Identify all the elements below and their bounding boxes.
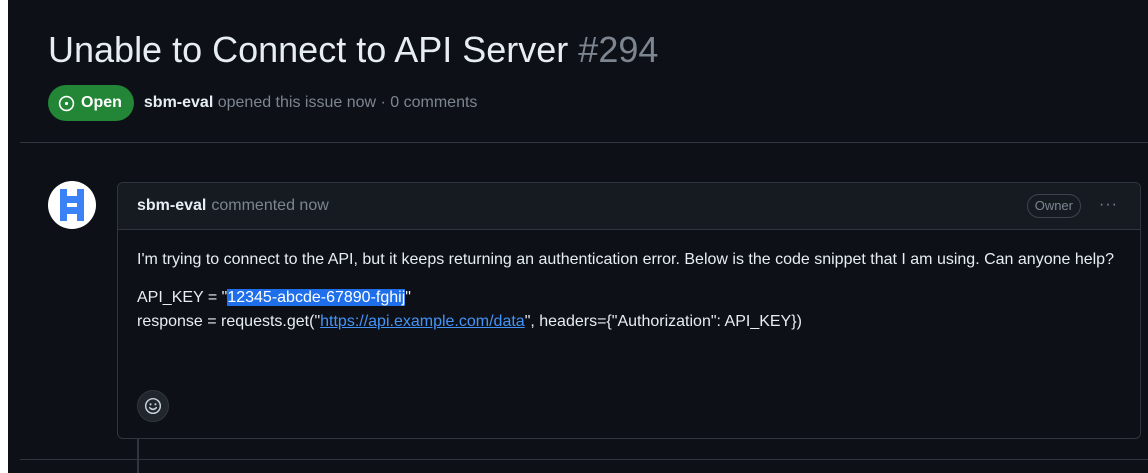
smiley-icon: [144, 397, 162, 415]
comment-body: I'm trying to connect to the API, but it…: [118, 230, 1140, 334]
issue-state-label: Open: [81, 94, 122, 111]
comment-timestamp[interactable]: commented now: [211, 197, 328, 215]
owner-badge: Owner: [1026, 194, 1081, 218]
issue-meta: sbm-eval opened this issue now · 0 comme…: [144, 94, 478, 112]
timeline-connector: [137, 438, 139, 473]
issue-author-link[interactable]: sbm-eval: [144, 94, 213, 111]
issue-meta-row: Open sbm-eval opened this issue now · 0 …: [48, 85, 477, 121]
code-line2-suffix: ", headers={"Authorization": API_KEY}): [524, 313, 802, 330]
comment-author-link[interactable]: sbm-eval: [137, 197, 206, 215]
timeline-divider: [20, 459, 1148, 460]
add-reaction-button[interactable]: [137, 390, 169, 422]
identicon-mark: [60, 189, 84, 221]
header-divider: [20, 142, 1148, 143]
issue-meta-suffix: opened this issue now · 0 comments: [217, 94, 478, 111]
window-edge: [0, 0, 8, 473]
code-line-api-key: API_KEY = "12345-abcde-67890-fghij": [137, 286, 1121, 310]
code-line1-suffix: ": [405, 289, 411, 306]
issue-title: Unable to Connect to API Server: [48, 29, 569, 70]
comment-card: sbm-eval commented now Owner ··· I'm try…: [117, 182, 1141, 439]
comment-header: sbm-eval commented now Owner ···: [118, 183, 1140, 230]
selected-api-key: 12345-abcde-67890-fghij: [227, 289, 406, 306]
comment-options-button[interactable]: ···: [1099, 195, 1118, 215]
code-line1-prefix: API_KEY = ": [137, 289, 228, 306]
identicon-avatar[interactable]: [48, 181, 96, 229]
code-line-request: response = requests.get("https://api.exa…: [137, 310, 1121, 334]
issue-state-badge: Open: [48, 85, 134, 121]
issue-title-row: Unable to Connect to API Server #294: [48, 24, 658, 76]
code-line2-prefix: response = requests.get(": [137, 313, 321, 330]
comment-paragraph: I'm trying to connect to the API, but it…: [137, 251, 1114, 268]
issue-number: #294: [578, 29, 659, 70]
issue-page: Unable to Connect to API Server #294 Open…: [0, 0, 1148, 473]
issue-open-icon: [58, 95, 75, 111]
api-url-link[interactable]: https://api.example.com/data: [320, 313, 525, 330]
